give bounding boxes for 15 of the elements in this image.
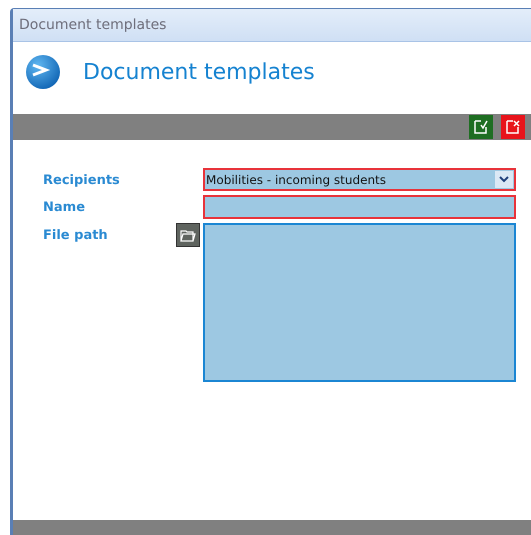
document-close-icon <box>505 119 521 135</box>
folder-icon <box>180 228 196 242</box>
name-field[interactable] <box>203 195 516 219</box>
file-path-field[interactable] <box>203 223 516 382</box>
close-button[interactable] <box>501 115 525 139</box>
field-label: File path <box>43 227 109 245</box>
field-label: Name <box>43 199 86 217</box>
document-check-icon <box>473 119 489 135</box>
confirm-button[interactable] <box>469 115 493 139</box>
field-label: Recipients <box>43 172 121 190</box>
page-title: Document templates <box>83 59 315 87</box>
chevron-down-icon <box>495 171 513 188</box>
browse-button[interactable] <box>176 223 200 247</box>
recipients-dropdown[interactable]: Mobilities - incoming students <box>203 168 516 191</box>
window-title: Document templates <box>19 16 166 34</box>
